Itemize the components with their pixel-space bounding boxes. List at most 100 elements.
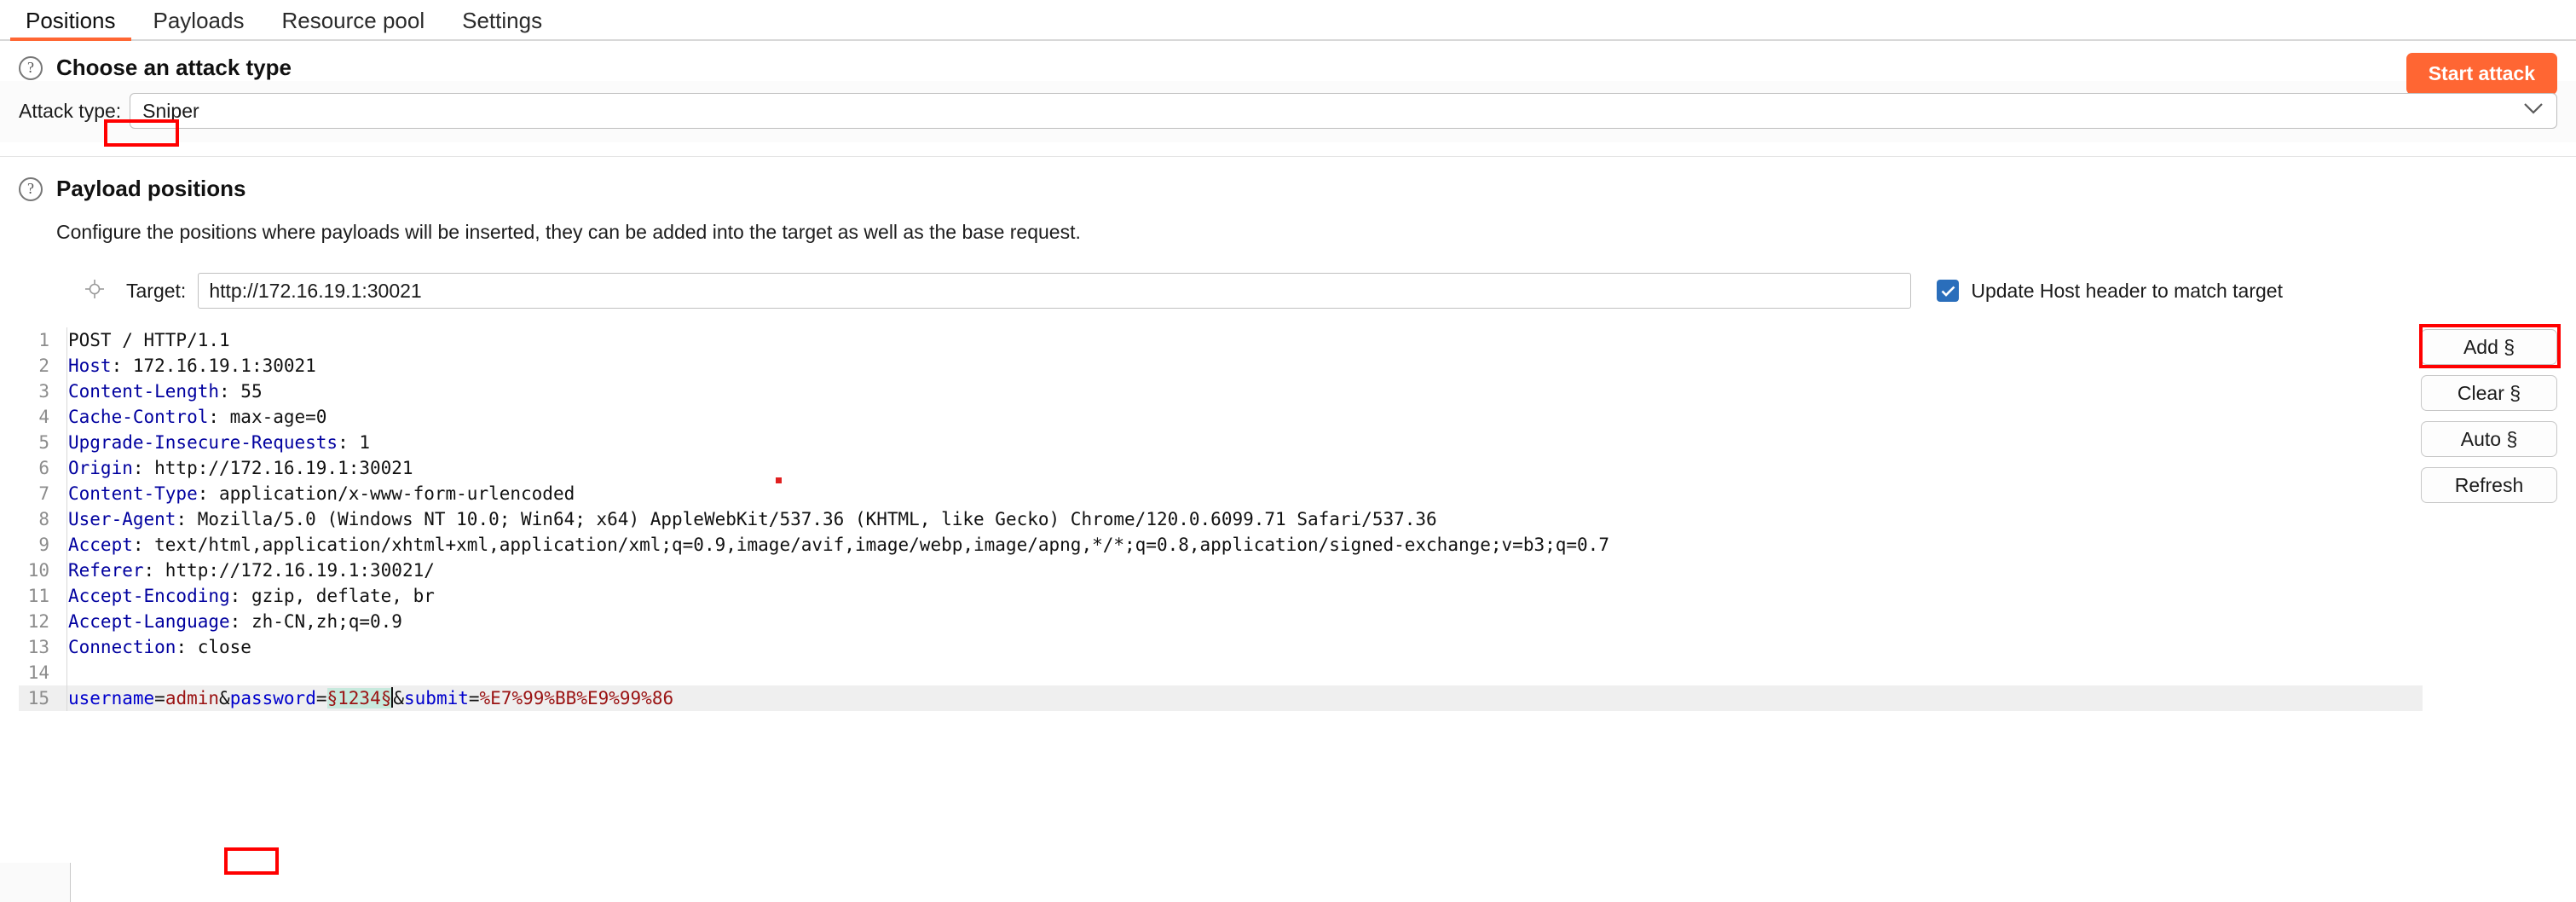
header-name: Upgrade-Insecure-Requests bbox=[68, 432, 338, 453]
attack-type-header: ? Choose an attack type bbox=[0, 41, 2576, 81]
start-attack-button[interactable]: Start attack bbox=[2406, 53, 2557, 95]
line-segment: : http://172.16.19.1:30021/ bbox=[143, 560, 435, 581]
header-name: Host bbox=[68, 356, 112, 376]
header-name: Referer bbox=[68, 560, 144, 581]
request-line: 4 Cache-Control: max-age=0 bbox=[19, 404, 2423, 430]
tab-settings[interactable]: Settings bbox=[443, 4, 561, 39]
request-line: 13 Connection: close bbox=[19, 634, 2423, 660]
line-number: 13 bbox=[27, 637, 49, 657]
line-number: 7 bbox=[38, 483, 49, 504]
tab-positions[interactable]: Positions bbox=[7, 4, 135, 41]
line-number: 3 bbox=[38, 381, 49, 402]
editor-bottom-divider bbox=[70, 863, 71, 902]
line-text: Accept-Language: zh-CN,zh;q=0.9 bbox=[58, 609, 2423, 634]
line-segment: & bbox=[219, 688, 230, 708]
header-name: User-Agent bbox=[68, 509, 176, 529]
request-line: 3 Content-Length: 55 bbox=[19, 379, 2423, 404]
line-number: 9 bbox=[38, 535, 49, 555]
header-name: Content-Length bbox=[68, 381, 220, 402]
line-segment: : max-age=0 bbox=[208, 407, 327, 427]
attack-type-select[interactable]: Sniper bbox=[130, 93, 2557, 129]
request-line: 8 User-Agent: Mozilla/5.0 (Windows NT 10.… bbox=[19, 506, 2423, 532]
tab-payloads[interactable]: Payloads bbox=[135, 4, 263, 39]
line-number: 15 bbox=[27, 688, 49, 708]
line-segment: : http://172.16.19.1:30021 bbox=[132, 458, 413, 478]
line-number: 6 bbox=[38, 458, 49, 478]
payload-marker: §1234§ bbox=[326, 688, 392, 708]
header-name: Accept-Language bbox=[68, 611, 230, 632]
attack-type-label: Attack type: bbox=[19, 99, 122, 122]
request-line: 10 Referer: http://172.16.19.1:30021/ bbox=[19, 558, 2423, 583]
request-line: 5 Upgrade-Insecure-Requests: 1 bbox=[19, 430, 2423, 455]
http-request-editor[interactable]: 1 POST / HTTP/1.1 2 Host: 172.16.19.1:30021… bbox=[19, 327, 2423, 711]
line-segment: : application/x-www-form-urlencoded bbox=[197, 483, 575, 504]
header-name: Origin bbox=[68, 458, 133, 478]
red-dot-artifact bbox=[776, 477, 782, 483]
header-name: Accept-Encoding bbox=[68, 586, 230, 606]
update-host-header-checkbox-row[interactable]: Update Host header to match target bbox=[1937, 280, 2283, 303]
gutter-divider bbox=[66, 327, 67, 711]
question-mark-icon[interactable]: ? bbox=[19, 55, 43, 80]
tab-payloads-label: Payloads bbox=[153, 8, 245, 33]
target-label: Target: bbox=[126, 279, 187, 302]
target-bar: Target: Update Host header to match targ… bbox=[0, 244, 2576, 309]
line-segment: : 1 bbox=[338, 432, 371, 453]
line-segment: submit bbox=[404, 688, 469, 708]
tab-positions-label: Positions bbox=[26, 8, 116, 33]
request-line: 2 Host: 172.16.19.1:30021 bbox=[19, 353, 2423, 379]
auto-marker-button[interactable]: Auto § bbox=[2421, 421, 2557, 457]
attack-type-row: Attack type: Sniper bbox=[0, 81, 2576, 142]
header-name: Accept bbox=[68, 535, 133, 555]
request-line: 6 Origin: http://172.16.19.1:30021 bbox=[19, 455, 2423, 481]
line-text: Accept: text/html,application/xhtml+xml,… bbox=[58, 532, 2423, 558]
payload-positions-section: ? Payload positions Configure the positi… bbox=[0, 157, 2576, 309]
payload-marker-buttons: Add § Clear § Auto § Refresh bbox=[2421, 329, 2557, 503]
line-number: 4 bbox=[38, 407, 49, 427]
add-marker-button[interactable]: Add § bbox=[2421, 329, 2557, 365]
line-segment: : Mozilla/5.0 (Windows NT 10.0; Win64; x… bbox=[176, 509, 1437, 529]
line-text: Host: 172.16.19.1:30021 bbox=[58, 353, 2423, 379]
line-text: Referer: http://172.16.19.1:30021/ bbox=[58, 558, 2423, 583]
line-text: Cache-Control: max-age=0 bbox=[58, 404, 2423, 430]
line-segment: : close bbox=[176, 637, 251, 657]
line-segment: : gzip, deflate, br bbox=[229, 586, 435, 606]
line-segment: & bbox=[393, 688, 405, 708]
line-segment: : 172.16.19.1:30021 bbox=[111, 356, 316, 376]
attack-type-selected-value: Sniper bbox=[142, 99, 199, 122]
header-name: Content-Type bbox=[68, 483, 198, 504]
payload-positions-description: Configure the positions where payloads w… bbox=[56, 221, 1081, 243]
line-text: Origin: http://172.16.19.1:30021 bbox=[58, 455, 2423, 481]
refresh-button[interactable]: Refresh bbox=[2421, 467, 2557, 503]
line-number: 12 bbox=[27, 611, 49, 632]
line-number: 1 bbox=[38, 330, 49, 350]
request-line: 11 Accept-Encoding: gzip, deflate, br bbox=[19, 583, 2423, 609]
header-name: Cache-Control bbox=[68, 407, 209, 427]
chevron-down-icon bbox=[2524, 103, 2543, 119]
tab-resource-pool[interactable]: Resource pool bbox=[263, 4, 443, 39]
annotation-box-payload-marker bbox=[224, 847, 279, 875]
line-text: Content-Type: application/x-www-form-url… bbox=[58, 481, 2423, 506]
update-host-header-label: Update Host header to match target bbox=[1971, 279, 2283, 302]
line-text: Accept-Encoding: gzip, deflate, br bbox=[58, 583, 2423, 609]
request-line: 9 Accept: text/html,application/xhtml+xml… bbox=[19, 532, 2423, 558]
request-line: 12 Accept-Language: zh-CN,zh;q=0.9 bbox=[19, 609, 2423, 634]
line-segment: username bbox=[68, 688, 155, 708]
line-text: Connection: close bbox=[58, 634, 2423, 660]
request-line: 15 username=admin&password=§1234§&submit=… bbox=[19, 685, 2423, 711]
line-segment: : zh-CN,zh;q=0.9 bbox=[229, 611, 402, 632]
tab-settings-label: Settings bbox=[462, 8, 543, 33]
question-mark-icon[interactable]: ? bbox=[19, 176, 43, 201]
tab-resource-pool-label: Resource pool bbox=[281, 8, 425, 33]
payload-positions-header: ? Payload positions bbox=[0, 157, 2576, 202]
line-text: username=admin&password=§1234§&submit=%E… bbox=[58, 685, 2423, 711]
target-url-input[interactable] bbox=[198, 273, 1912, 309]
line-segment: : text/html,application/xhtml+xml,applic… bbox=[132, 535, 1609, 555]
main-tab-bar: Positions Payloads Resource pool Setting… bbox=[0, 0, 2576, 41]
crosshair-icon[interactable] bbox=[85, 279, 104, 303]
line-text: POST / HTTP/1.1 bbox=[58, 327, 2423, 353]
line-number: 11 bbox=[27, 586, 49, 606]
line-number: 14 bbox=[27, 662, 49, 683]
checkbox-checked-icon[interactable] bbox=[1937, 280, 1960, 302]
clear-marker-button[interactable]: Clear § bbox=[2421, 375, 2557, 411]
line-segment: POST / HTTP/1.1 bbox=[68, 330, 230, 350]
